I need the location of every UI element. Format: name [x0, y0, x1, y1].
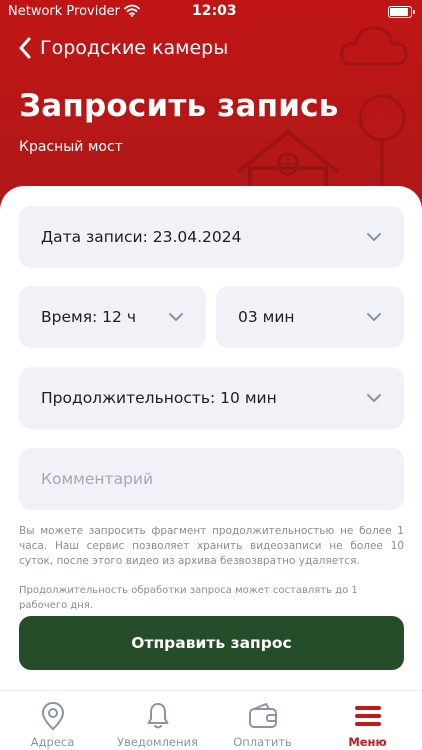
back-button[interactable]: Городские камеры [18, 34, 228, 62]
page-title: Запросить запись [19, 88, 339, 124]
chevron-left-icon [19, 37, 31, 59]
battery-level-fill [390, 8, 408, 16]
chevron-down-icon [367, 233, 381, 241]
minute-select-value: 03 мин [238, 308, 295, 326]
bell-icon [147, 703, 168, 729]
tree-decoration-icon [358, 94, 406, 188]
tab-addresses[interactable]: Адреса [0, 691, 105, 750]
minute-select[interactable]: 03 мин [216, 286, 404, 348]
carrier-name: Network Provider [8, 4, 120, 19]
duration-select-value: Продолжительность: 10 мин [41, 389, 277, 407]
chevron-down-icon [169, 313, 183, 321]
comment-input[interactable]: Комментарий [19, 448, 404, 510]
chevron-down-icon [367, 313, 381, 321]
page-subtitle: Красный мост [19, 139, 123, 155]
tab-pay[interactable]: Оплатить [210, 691, 315, 750]
battery-icon [388, 6, 415, 18]
tab-notifications[interactable]: Уведомления [105, 691, 210, 750]
wifi-icon [124, 4, 140, 17]
date-select-value: Дата записи: 23.04.2024 [41, 228, 242, 246]
tab-pay-label: Оплатить [233, 735, 292, 749]
archive-hint-text: Вы можете запросить фрагмент продолжител… [19, 525, 404, 567]
wallet-icon [248, 703, 277, 728]
comment-placeholder: Комментарий [41, 470, 154, 488]
duration-select[interactable]: Продолжительность: 10 мин [19, 367, 404, 429]
status-bar: Network Provider 12:03 [0, 0, 422, 24]
tab-notifications-label: Уведомления [117, 735, 198, 749]
submit-request-button[interactable]: Отправить запрос [19, 616, 404, 670]
cloud-decoration-icon [340, 26, 408, 66]
menu-icon [354, 706, 381, 726]
tab-addresses-label: Адреса [30, 735, 75, 749]
date-select[interactable]: Дата записи: 23.04.2024 [19, 206, 404, 268]
hour-select[interactable]: Время: 12 ч [19, 286, 206, 348]
chevron-down-icon [367, 394, 381, 402]
map-pin-icon [41, 701, 64, 731]
hour-select-value: Время: 12 ч [41, 308, 136, 326]
tab-bar: Адреса Уведомления Оплатить Меню [0, 690, 422, 750]
back-button-label: Городские камеры [40, 37, 229, 59]
processing-hint-text: Продолжительность обработки запроса може… [19, 585, 358, 611]
tab-menu[interactable]: Меню [315, 691, 420, 750]
tab-menu-label: Меню [348, 735, 387, 749]
status-time: 12:03 [192, 3, 237, 19]
header: Network Provider 12:03 Городские камеры … [0, 0, 422, 210]
